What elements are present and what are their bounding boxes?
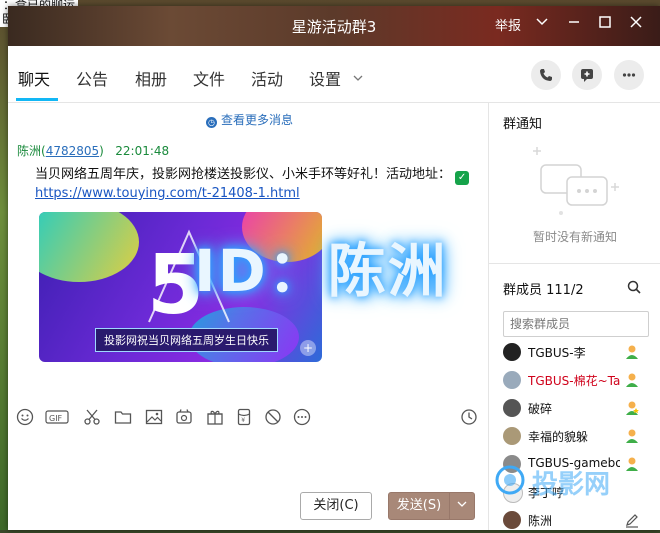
folder-icon[interactable] <box>114 408 132 426</box>
send-options-dropdown[interactable] <box>449 492 475 520</box>
more-options-icon[interactable] <box>293 408 311 426</box>
close-icon[interactable] <box>629 15 643 33</box>
avatar <box>503 511 521 529</box>
active-tab-indicator <box>16 98 58 101</box>
admin-icon <box>626 429 638 443</box>
members-title: 群成员 111/2 <box>503 283 584 298</box>
member-search-input[interactable]: 搜索群成员 <box>503 311 649 337</box>
sender-name[interactable]: 陈洲 <box>17 144 41 158</box>
tab-album[interactable]: 相册 <box>135 66 167 90</box>
report-button[interactable]: 举报 <box>495 15 521 34</box>
gift-icon[interactable] <box>206 408 224 426</box>
chevron-down-icon <box>353 75 363 81</box>
tab-announcement[interactable]: 公告 <box>76 66 108 90</box>
scissors-icon[interactable] <box>83 408 101 426</box>
avatar <box>503 399 521 417</box>
member-name: 陈洲 <box>528 514 553 528</box>
owner-star-icon <box>626 401 639 415</box>
activity-link[interactable]: https://www.touying.com/t-21408-1.html <box>35 186 300 201</box>
banner-caption: 投影网祝当贝网络五周岁生日快乐 <box>95 328 278 352</box>
empty-notice-illustration <box>533 147 619 215</box>
phone-icon[interactable] <box>531 60 561 90</box>
tab-chat[interactable]: 聊天 <box>18 66 50 90</box>
close-button[interactable]: 关闭(C) <box>300 492 372 520</box>
member-name: TGBUS-棉花~Tan <box>528 374 620 388</box>
tab-bar: 聊天 公告 相册 文件 活动 设置 <box>8 46 660 103</box>
edit-pencil-icon[interactable] <box>625 512 639 528</box>
message-body: 当贝网络五周年庆，投影网抢楼送投影仪、小米手环等好礼！活动地址： <box>35 167 452 182</box>
message-text: 当贝网络五周年庆，投影网抢楼送投影仪、小米手环等好礼！活动地址： ✓ <box>35 163 470 185</box>
svg-text:¥: ¥ <box>241 417 245 424</box>
avatar <box>503 427 521 445</box>
verified-shield-icon: ✓ <box>455 171 470 185</box>
photo-booth-icon[interactable] <box>175 408 193 426</box>
gif-icon[interactable]: GIF <box>45 408 69 426</box>
tab-files[interactable]: 文件 <box>193 66 225 90</box>
maximize-icon[interactable] <box>598 15 612 33</box>
view-more-label: 查看更多消息 <box>221 113 294 127</box>
tab-activity[interactable]: 活动 <box>251 66 283 90</box>
tab-settings[interactable]: 设置 <box>309 66 364 90</box>
sender-id-link[interactable]: 4782805 <box>46 144 99 158</box>
add-app-icon[interactable] <box>572 60 602 90</box>
zoom-icon[interactable]: + <box>300 340 316 356</box>
emoji-icon[interactable] <box>16 408 34 426</box>
block-icon[interactable] <box>264 408 282 426</box>
member-row[interactable]: TGBUS-棉花~Tan <box>503 369 643 393</box>
chat-window: 星游活动群3 举报 聊天 公告 相册 文件 活动 设置 ◷ 查看更多消息 陈洲(… <box>8 6 660 530</box>
title-bar[interactable]: 星游活动群3 举报 <box>8 6 660 46</box>
avatar <box>503 371 521 389</box>
notice-title: 群通知 <box>503 117 543 132</box>
empty-notice-text: 暂时没有新通知 <box>532 230 617 244</box>
tab-settings-label: 设置 <box>309 70 342 89</box>
history-clock-icon[interactable] <box>460 408 478 426</box>
minimize-icon[interactable] <box>567 15 581 33</box>
member-row[interactable]: 陈洲 <box>503 509 643 533</box>
watermark: 投影网 <box>494 464 644 500</box>
member-row[interactable]: 幸福的貌躲 <box>503 425 643 449</box>
message-input[interactable]: 关闭(C) 发送(S) <box>8 434 487 530</box>
divider <box>489 263 660 264</box>
watermark-logo-icon <box>495 465 525 495</box>
watermark-text: 投影网 <box>532 470 611 500</box>
more-icon[interactable] <box>614 60 644 90</box>
member-row[interactable]: 破碎 <box>503 397 643 421</box>
red-packet-icon[interactable]: ¥ <box>235 408 253 426</box>
window-title: 星游活动群3 <box>291 18 377 36</box>
search-icon[interactable] <box>627 280 641 294</box>
avatar <box>503 343 521 361</box>
svg-text:GIF: GIF <box>49 414 63 423</box>
member-name: TGBUS-李 <box>528 346 586 360</box>
clock-icon: ◷ <box>206 117 217 128</box>
input-toolbar: GIF ¥ <box>8 400 487 434</box>
chevron-down-icon[interactable] <box>535 15 549 33</box>
view-more-messages-link[interactable]: ◷ 查看更多消息 <box>206 111 293 128</box>
member-name: 幸福的貌躲 <box>528 430 589 444</box>
chevron-down-icon <box>457 501 467 507</box>
watermark-id-overlay: ID：陈洲 <box>194 237 448 305</box>
message-sender: 陈洲(4782805) 22:01:48 <box>17 144 170 158</box>
message-time: 22:01:48 <box>115 144 170 158</box>
member-row[interactable]: TGBUS-李 <box>503 341 643 365</box>
image-icon[interactable] <box>145 408 163 426</box>
admin-icon <box>626 345 638 359</box>
send-button[interactable]: 发送(S) <box>388 492 450 520</box>
admin-icon <box>626 373 638 387</box>
member-name: 破碎 <box>528 402 553 416</box>
